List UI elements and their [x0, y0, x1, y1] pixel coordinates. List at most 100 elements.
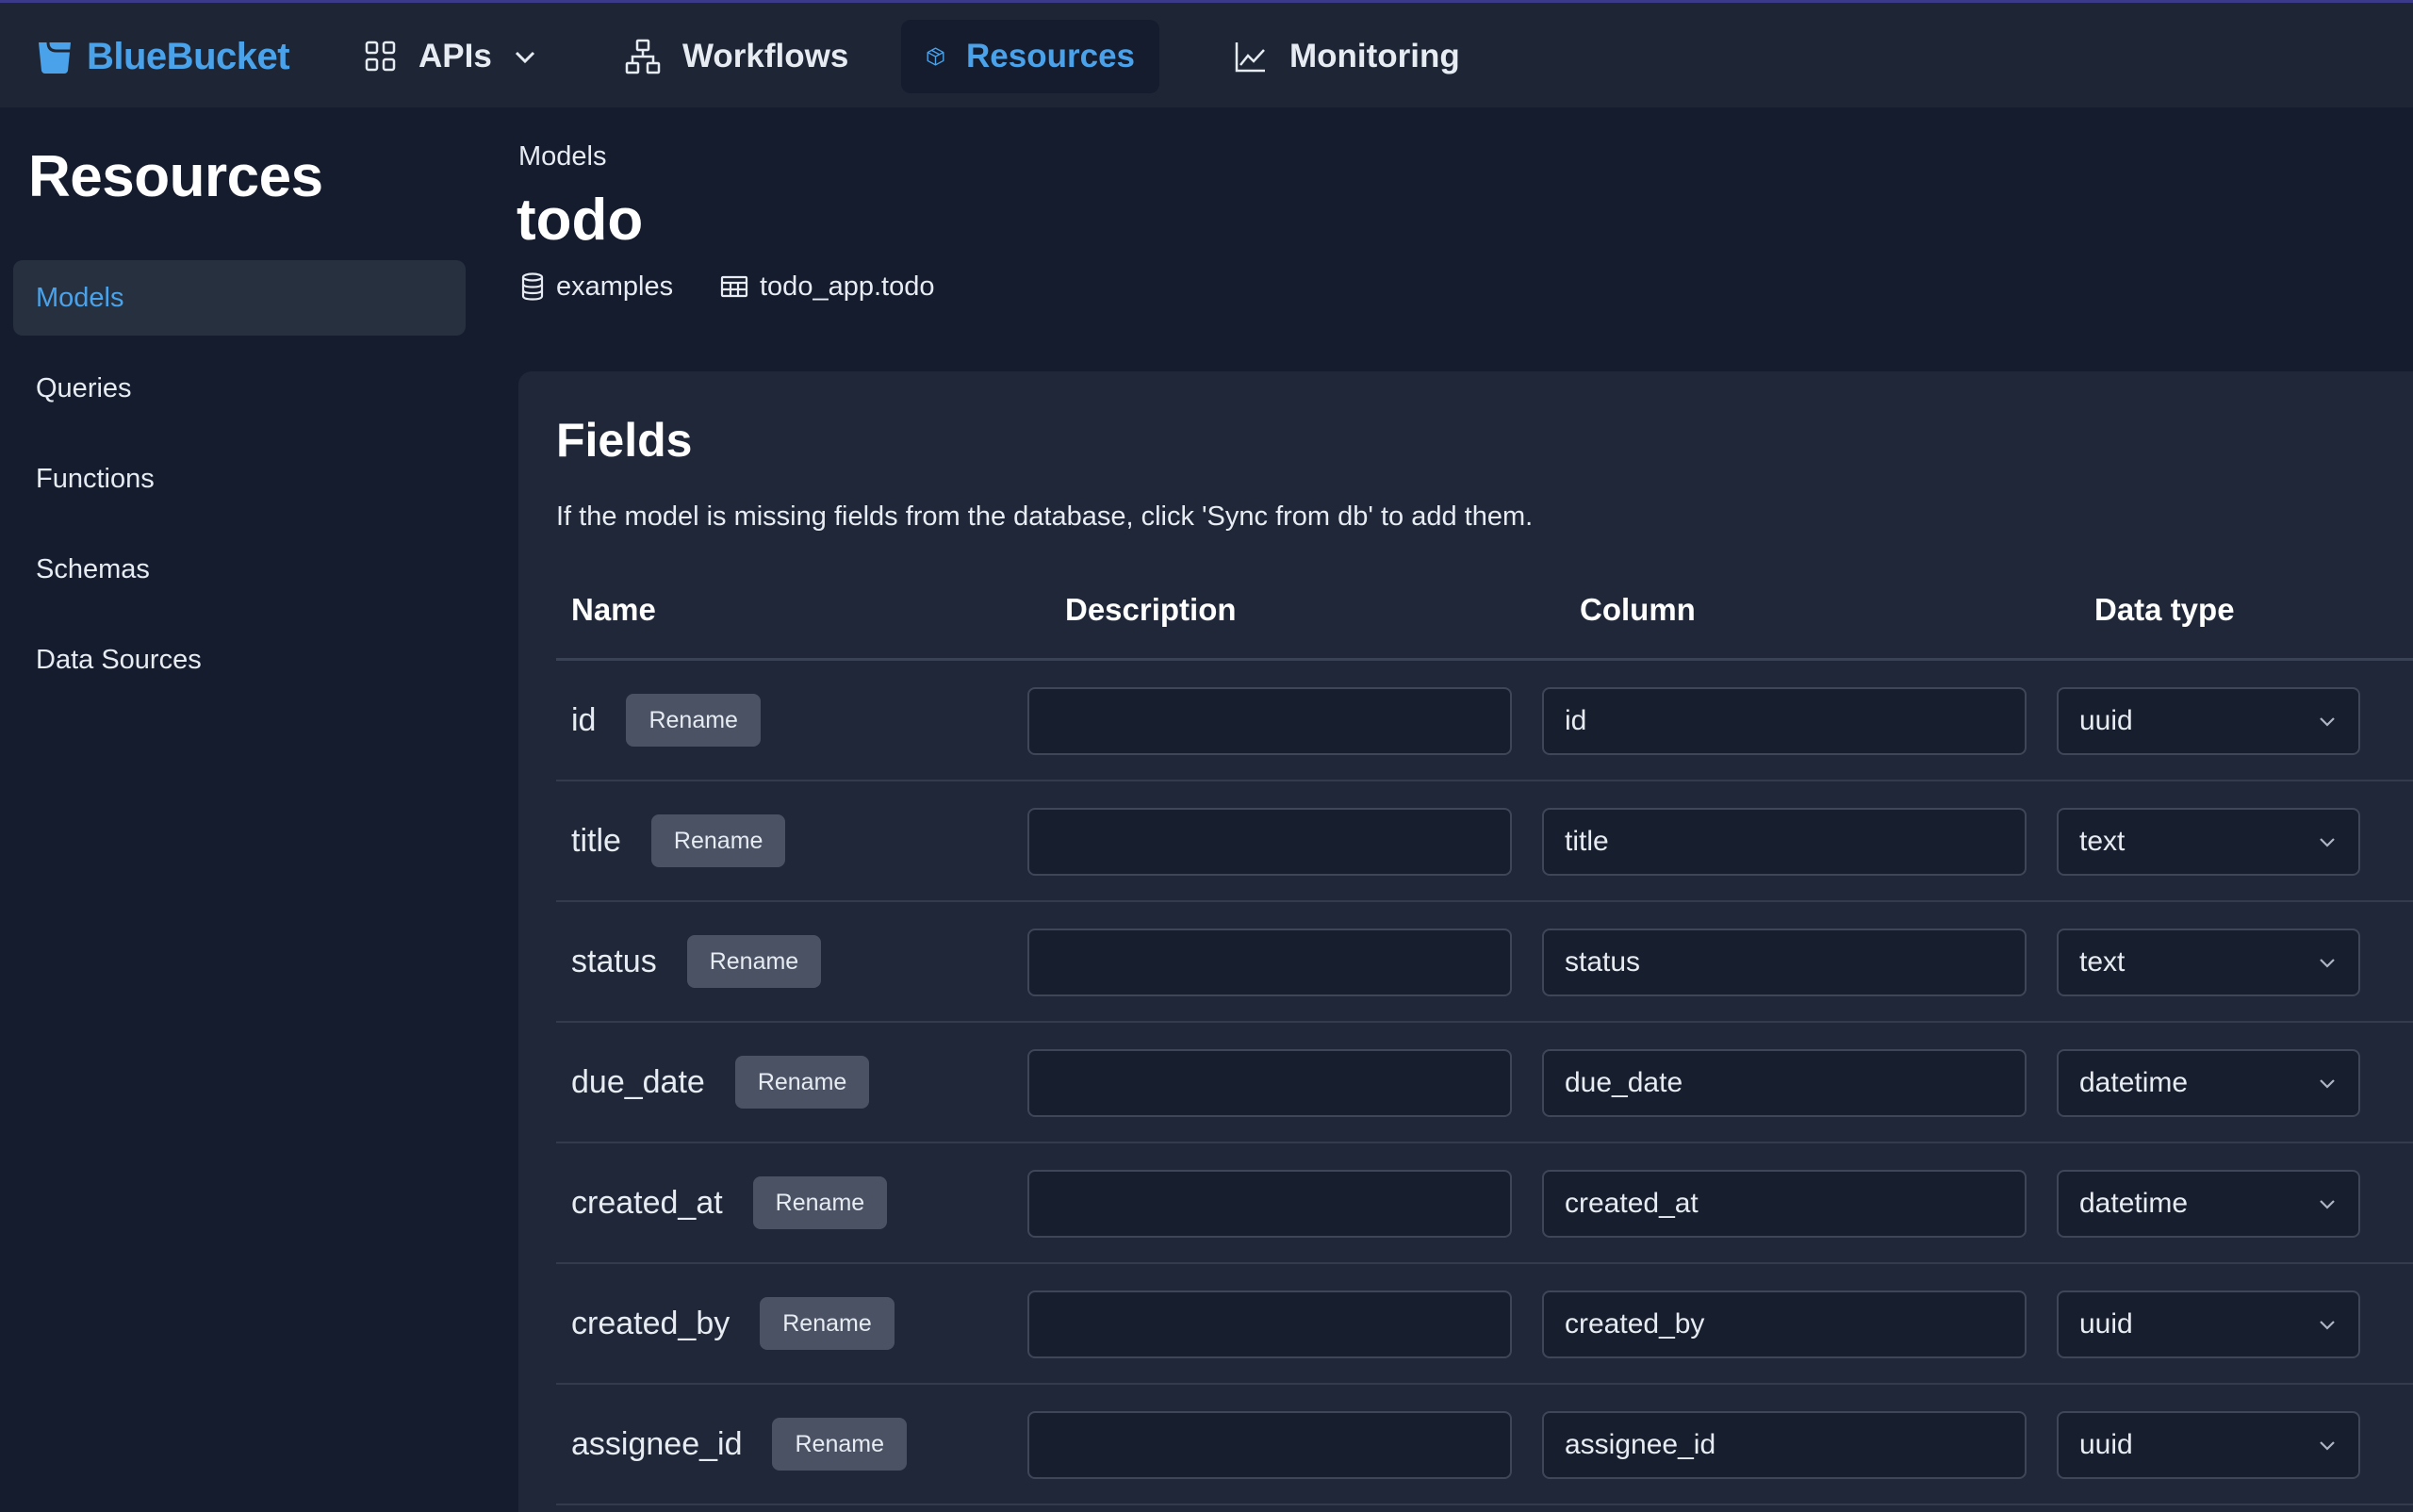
data-type-select[interactable]: text — [2057, 808, 2360, 876]
column-header-description: Description — [1065, 592, 1237, 627]
column-input[interactable] — [1542, 1170, 2027, 1238]
column-header-column: Column — [1580, 592, 1696, 627]
bucket-icon — [39, 41, 71, 74]
grid-icon — [365, 41, 396, 72]
nav-apis-label: APIs — [419, 38, 492, 74]
column-input[interactable] — [1542, 929, 2027, 996]
cube-icon — [927, 47, 944, 66]
sidebar-item-data-sources[interactable]: Data Sources — [13, 622, 466, 698]
rename-button[interactable]: Rename — [686, 935, 822, 988]
chevron-down-icon — [515, 51, 534, 64]
rename-button[interactable]: Rename — [772, 1418, 907, 1471]
fields-card: Fields If the model is missing fields fr… — [518, 371, 2413, 1512]
rename-button[interactable]: Rename — [650, 814, 786, 867]
table-row: title Rename text — [556, 781, 2413, 902]
description-input[interactable] — [1027, 687, 1512, 755]
data-type-select[interactable]: uuid — [2057, 1411, 2360, 1479]
nav-apis[interactable]: APIs — [339, 20, 562, 93]
database-meta: examples — [520, 268, 673, 305]
field-name-cell: title Rename — [571, 781, 786, 900]
chevron-down-icon — [2320, 1321, 2335, 1330]
chevron-down-icon — [2320, 959, 2335, 968]
data-type-value: datetime — [2079, 1188, 2189, 1219]
data-type-value: uuid — [2079, 705, 2133, 736]
data-type-select[interactable]: uuid — [2057, 1290, 2360, 1358]
sidebar-item-functions[interactable]: Functions — [13, 441, 466, 517]
field-name-cell: id Rename — [571, 661, 761, 780]
database-name: examples — [556, 271, 674, 302]
fields-description: If the model is missing fields from the … — [556, 501, 1534, 532]
table-icon — [720, 275, 748, 298]
nav-resources[interactable]: Resources — [901, 20, 1159, 93]
description-input[interactable] — [1027, 1411, 1512, 1479]
data-type-value: uuid — [2079, 1308, 2133, 1339]
database-icon — [521, 272, 544, 301]
chart-icon — [1235, 42, 1265, 73]
chevron-down-icon — [2320, 838, 2335, 847]
description-input[interactable] — [1027, 1049, 1512, 1117]
chevron-down-icon — [2320, 1079, 2335, 1089]
breadcrumb[interactable]: Models — [518, 141, 607, 173]
sidebar-item-label: Queries — [36, 372, 132, 403]
field-name-cell: assignee_id Rename — [571, 1385, 907, 1504]
column-input[interactable] — [1542, 1411, 2027, 1479]
field-name-cell: status Rename — [571, 902, 822, 1021]
nav-resources-label: Resources — [966, 38, 1135, 74]
column-input[interactable] — [1542, 687, 2027, 755]
column-input[interactable] — [1542, 808, 2027, 876]
brand-name: BlueBucket — [87, 35, 290, 77]
table-row: created_by Rename uuid — [556, 1264, 2413, 1385]
data-type-select[interactable]: text — [2057, 929, 2360, 996]
field-name: assignee_id — [571, 1425, 743, 1462]
table-row: status Rename text — [556, 902, 2413, 1023]
top-nav: BlueBucket APIs Workflows Resources Moni… — [0, 0, 2413, 107]
rename-button[interactable]: Rename — [752, 1176, 888, 1229]
page-title: todo — [517, 188, 644, 253]
rename-button[interactable]: Rename — [760, 1297, 895, 1350]
brand-logo[interactable]: BlueBucket — [36, 29, 290, 84]
data-type-select[interactable]: uuid — [2057, 687, 2360, 755]
sidebar-item-label: Data Sources — [36, 644, 202, 675]
field-name: status — [571, 943, 657, 979]
description-input[interactable] — [1027, 1290, 1512, 1358]
data-type-value: uuid — [2079, 1429, 2133, 1460]
description-input[interactable] — [1027, 1170, 1512, 1238]
sidebar-item-queries[interactable]: Queries — [13, 351, 466, 426]
nav-workflows[interactable]: Workflows — [599, 20, 873, 93]
sidebar-item-label: Functions — [36, 463, 155, 494]
field-name-cell: created_by Rename — [571, 1264, 895, 1383]
sidebar-item-label: Schemas — [36, 553, 150, 584]
chevron-down-icon — [2320, 717, 2335, 727]
column-input[interactable] — [1542, 1049, 2027, 1117]
data-type-value: text — [2079, 826, 2126, 857]
table-name: todo_app.todo — [760, 271, 935, 302]
rename-button[interactable]: Rename — [626, 694, 761, 747]
table-row: created_at Rename datetime — [556, 1143, 2413, 1264]
column-header-name: Name — [571, 592, 656, 627]
data-type-select[interactable]: datetime — [2057, 1170, 2360, 1238]
field-name-cell: created_at Rename — [571, 1143, 888, 1262]
field-name-cell: due_date Rename — [571, 1023, 870, 1142]
fields-title: Fields — [556, 414, 693, 467]
table-row: due_date Rename datetime — [556, 1023, 2413, 1143]
chevron-down-icon — [2320, 1200, 2335, 1209]
sidebar-item-label: Models — [36, 282, 124, 313]
column-input[interactable] — [1542, 1290, 2027, 1358]
rename-button[interactable]: Rename — [734, 1056, 870, 1109]
table-meta: todo_app.todo — [720, 268, 934, 305]
field-name: id — [571, 701, 597, 738]
sidebar-item-schemas[interactable]: Schemas — [13, 532, 466, 607]
data-type-value: text — [2079, 946, 2126, 978]
data-type-value: datetime — [2079, 1067, 2189, 1098]
nav-monitoring[interactable]: Monitoring — [1208, 20, 1485, 93]
description-input[interactable] — [1027, 808, 1512, 876]
nav-workflows-label: Workflows — [682, 38, 849, 74]
column-header-data-type: Data type — [2094, 592, 2235, 627]
nav-monitoring-label: Monitoring — [1289, 38, 1460, 74]
sidebar-item-models[interactable]: Models — [13, 260, 466, 336]
sidebar-title: Resources — [28, 144, 323, 209]
table-row: assignee_id Rename uuid — [556, 1385, 2413, 1505]
data-type-select[interactable]: datetime — [2057, 1049, 2360, 1117]
description-input[interactable] — [1027, 929, 1512, 996]
table-row: id Rename uuid — [556, 661, 2413, 781]
